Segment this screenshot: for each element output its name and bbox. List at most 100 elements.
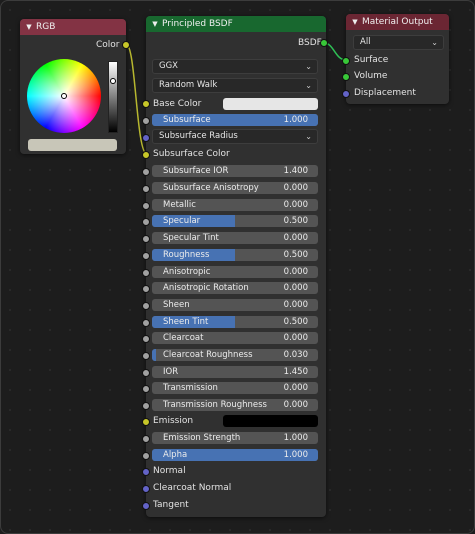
field-socket[interactable] (142, 402, 150, 410)
value-field-label: Sheen Tint (163, 317, 209, 327)
value-field-label: IOR (163, 367, 179, 377)
tangent-socket[interactable] (142, 502, 150, 510)
value-field-value: 0.000 (283, 283, 308, 293)
surface-socket[interactable] (342, 57, 350, 65)
value-field-label: Transmission Roughness (163, 400, 267, 410)
value-field-label: Alpha (163, 450, 188, 460)
value-field[interactable]: Specular 0.500 (152, 215, 318, 227)
field-socket[interactable] (142, 335, 150, 343)
field-socket[interactable] (142, 252, 150, 260)
rgb-node-header[interactable]: ▼ RGB (20, 19, 126, 35)
field-socket[interactable] (142, 235, 150, 243)
value-field-value: 0.000 (283, 400, 308, 410)
value-slider[interactable] (108, 61, 118, 133)
value-field[interactable]: Sheen Tint 0.500 (152, 316, 318, 328)
field-socket[interactable] (142, 385, 150, 393)
value-field-label: Subsurface IOR (163, 166, 229, 176)
color-output-label: Color (96, 40, 120, 50)
field-socket[interactable] (142, 117, 150, 125)
bsdf-node-header[interactable]: ▼ Principled BSDF (146, 16, 326, 32)
value-field[interactable]: Subsurface Anisotropy 0.000 (152, 182, 318, 194)
value-field[interactable]: Clearcoat Roughness 0.030 (152, 349, 318, 361)
value-field[interactable]: Anisotropic Rotation 0.000 (152, 282, 318, 294)
field-socket[interactable] (142, 369, 150, 377)
value-field-value: 0.000 (283, 333, 308, 343)
field-socket[interactable] (142, 202, 150, 210)
base-color-swatch[interactable] (223, 98, 318, 110)
base-color-socket[interactable] (142, 100, 150, 108)
subsurface-color-socket[interactable] (142, 151, 150, 159)
emission-socket[interactable] (142, 418, 150, 426)
value-field-value: 1.400 (283, 166, 308, 176)
value-field[interactable]: Subsurface IOR 1.400 (152, 165, 318, 177)
chevron-down-icon[interactable]: ▼ (22, 23, 36, 31)
clearcoat-normal-socket[interactable] (142, 485, 150, 493)
subsurface-method-dropdown[interactable]: Random Walk ⌄ (152, 78, 318, 93)
rgb-node-title: RGB (36, 22, 56, 32)
value-field-value: 0.000 (283, 200, 308, 210)
field-socket[interactable] (142, 218, 150, 226)
value-field[interactable]: Emission Strength 1.000 (152, 432, 318, 444)
value-field-value: 0.000 (283, 300, 308, 310)
chevron-down-icon: ⌄ (305, 62, 312, 71)
value-field[interactable]: Roughness 0.500 (152, 249, 318, 261)
rgb-color-swatch[interactable] (28, 139, 117, 151)
distribution-dropdown[interactable]: GGX ⌄ (152, 59, 318, 74)
value-field[interactable]: Anisotropic 0.000 (152, 266, 318, 278)
subsurface-radius-socket[interactable] (142, 134, 150, 142)
value-field[interactable]: Subsurface 1.000 (152, 114, 318, 126)
value-field[interactable]: Transmission Roughness 0.000 (152, 399, 318, 411)
field-socket[interactable] (142, 319, 150, 327)
displacement-socket[interactable] (342, 90, 350, 98)
value-field-label: Anisotropic Rotation (163, 283, 249, 293)
field-socket[interactable] (142, 269, 150, 277)
value-slider-handle[interactable] (110, 78, 116, 84)
target-dropdown[interactable]: All ⌄ (353, 35, 444, 50)
field-socket[interactable] (142, 302, 150, 310)
color-wheel-cursor[interactable] (61, 93, 67, 99)
base-color-label: Base Color (153, 99, 202, 109)
field-socket[interactable] (142, 168, 150, 176)
chevron-down-icon: ⌄ (305, 81, 312, 90)
subsurface-radius-label: Subsurface Radius (159, 131, 238, 141)
value-field-label: Clearcoat Roughness (163, 350, 253, 360)
value-field-value: 1.000 (283, 115, 308, 125)
value-field-label: Specular (163, 216, 201, 226)
material-output-node[interactable]: ▼ Material Output All ⌄ Surface Volume D… (342, 14, 449, 104)
field-socket[interactable] (142, 185, 150, 193)
value-field-label: Anisotropic (163, 267, 211, 277)
principled-bsdf-node[interactable]: ▼ Principled BSDF BSDF GGX ⌄ Random Walk… (142, 16, 328, 517)
value-field-value: 0.000 (283, 233, 308, 243)
normal-socket[interactable] (142, 468, 150, 476)
value-field-label: Roughness (163, 250, 210, 260)
clearcoat-normal-label: Clearcoat Normal (153, 483, 232, 493)
value-field-value: 1.450 (283, 367, 308, 377)
rgb-node[interactable]: ▼ RGB Color (20, 19, 130, 154)
tangent-label: Tangent (153, 500, 189, 510)
color-wheel[interactable] (27, 59, 101, 133)
volume-label: Volume (354, 71, 388, 81)
normal-label: Normal (153, 466, 186, 476)
bsdf-output-socket[interactable] (320, 39, 328, 47)
field-socket[interactable] (142, 452, 150, 460)
value-field[interactable]: Metallic 0.000 (152, 199, 318, 211)
value-field[interactable]: Transmission 0.000 (152, 382, 318, 394)
value-field[interactable]: Specular Tint 0.000 (152, 232, 318, 244)
value-field[interactable]: IOR 1.450 (152, 366, 318, 378)
value-field[interactable]: Sheen 0.000 (152, 299, 318, 311)
value-field-value: 0.000 (283, 267, 308, 277)
value-field[interactable]: Clearcoat 0.000 (152, 332, 318, 344)
bsdf-output-label: BSDF (298, 38, 322, 48)
color-output-socket[interactable] (122, 41, 130, 49)
value-field-label: Sheen (163, 300, 190, 310)
emission-swatch[interactable] (223, 415, 318, 427)
output-node-header[interactable]: ▼ Material Output (346, 14, 449, 30)
field-socket[interactable] (142, 435, 150, 443)
subsurface-radius-dropdown[interactable]: Subsurface Radius ⌄ (152, 129, 318, 144)
field-socket[interactable] (142, 352, 150, 360)
chevron-down-icon[interactable]: ▼ (348, 18, 362, 26)
field-socket[interactable] (142, 285, 150, 293)
volume-socket[interactable] (342, 73, 350, 81)
chevron-down-icon[interactable]: ▼ (148, 20, 162, 28)
value-field[interactable]: Alpha 1.000 (152, 449, 318, 461)
